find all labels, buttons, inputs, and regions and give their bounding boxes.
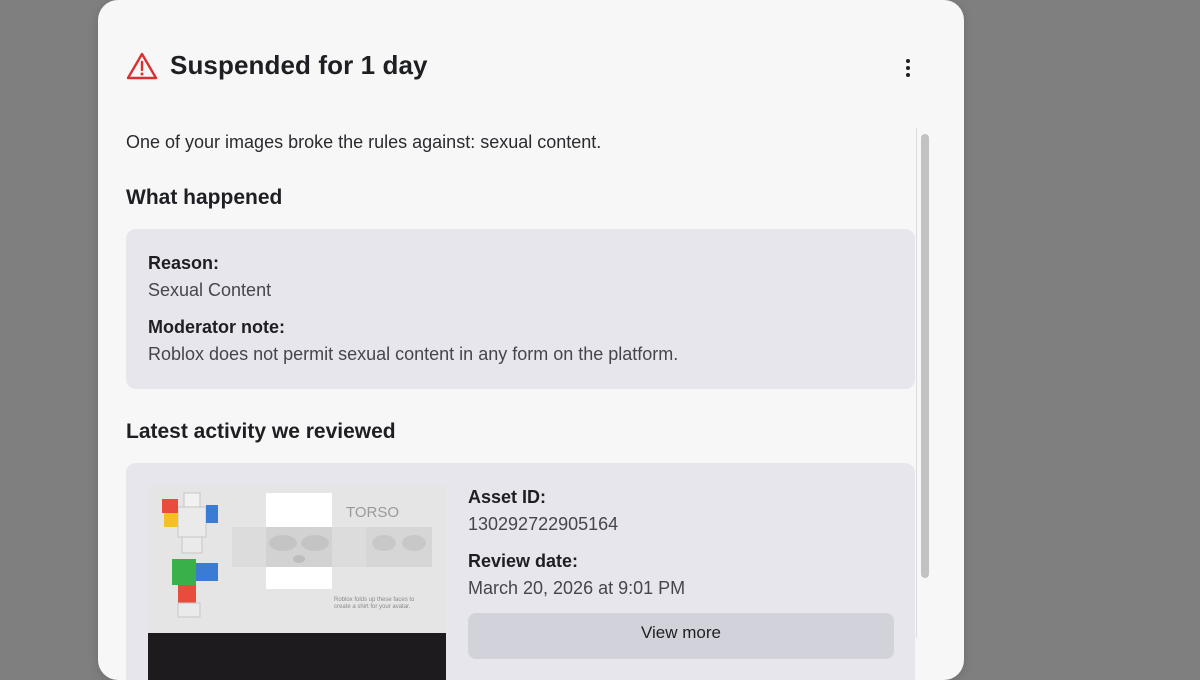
scrollbar[interactable] (916, 128, 935, 638)
asset-id-value: 130292722905164 (468, 514, 619, 534)
review-date-value: March 20, 2026 at 9:01 PM (468, 578, 686, 598)
asset-thumbnail: TORSO Roblox folds up these faces to cre… (148, 485, 446, 680)
modal-header: Suspended for 1 day (126, 50, 428, 81)
moderator-note-label: Moderator note: (148, 317, 285, 337)
torso-label: TORSO (346, 504, 399, 521)
shirt-template-image: TORSO Roblox folds up these faces to cre… (148, 485, 446, 680)
reason-label: Reason: (148, 253, 220, 273)
thumbnail-caption-1: Roblox folds up these faces to (334, 597, 415, 603)
thumbnail-caption-2: create a shirt for your avatar. (334, 604, 411, 610)
review-date-label: Review date: (468, 551, 579, 571)
scrollbar-thumb[interactable] (921, 134, 929, 578)
moderator-note-value: Roblox does not permit sexual content in… (148, 344, 679, 364)
what-happened-card: Reason: Sexual Content Moderator note: R… (126, 229, 915, 389)
what-happened-heading: What happened (126, 186, 283, 209)
modal-body: One of your images broke the rules again… (126, 128, 916, 680)
view-more-button[interactable]: View more (468, 613, 894, 659)
latest-activity-card: TORSO Roblox folds up these faces to cre… (126, 463, 915, 680)
warning-triangle-icon (126, 52, 158, 79)
modal-title: Suspended for 1 day (170, 50, 428, 80)
suspension-modal: Suspended for 1 day One of your images b… (98, 0, 964, 680)
asset-id-label: Asset ID: (468, 487, 547, 507)
latest-activity-heading: Latest activity we reviewed (126, 420, 396, 443)
reason-value: Sexual Content (148, 280, 272, 300)
violation-summary: One of your images broke the rules again… (126, 132, 602, 152)
more-vertical-icon (906, 59, 910, 63)
more-options-button[interactable] (894, 54, 922, 82)
